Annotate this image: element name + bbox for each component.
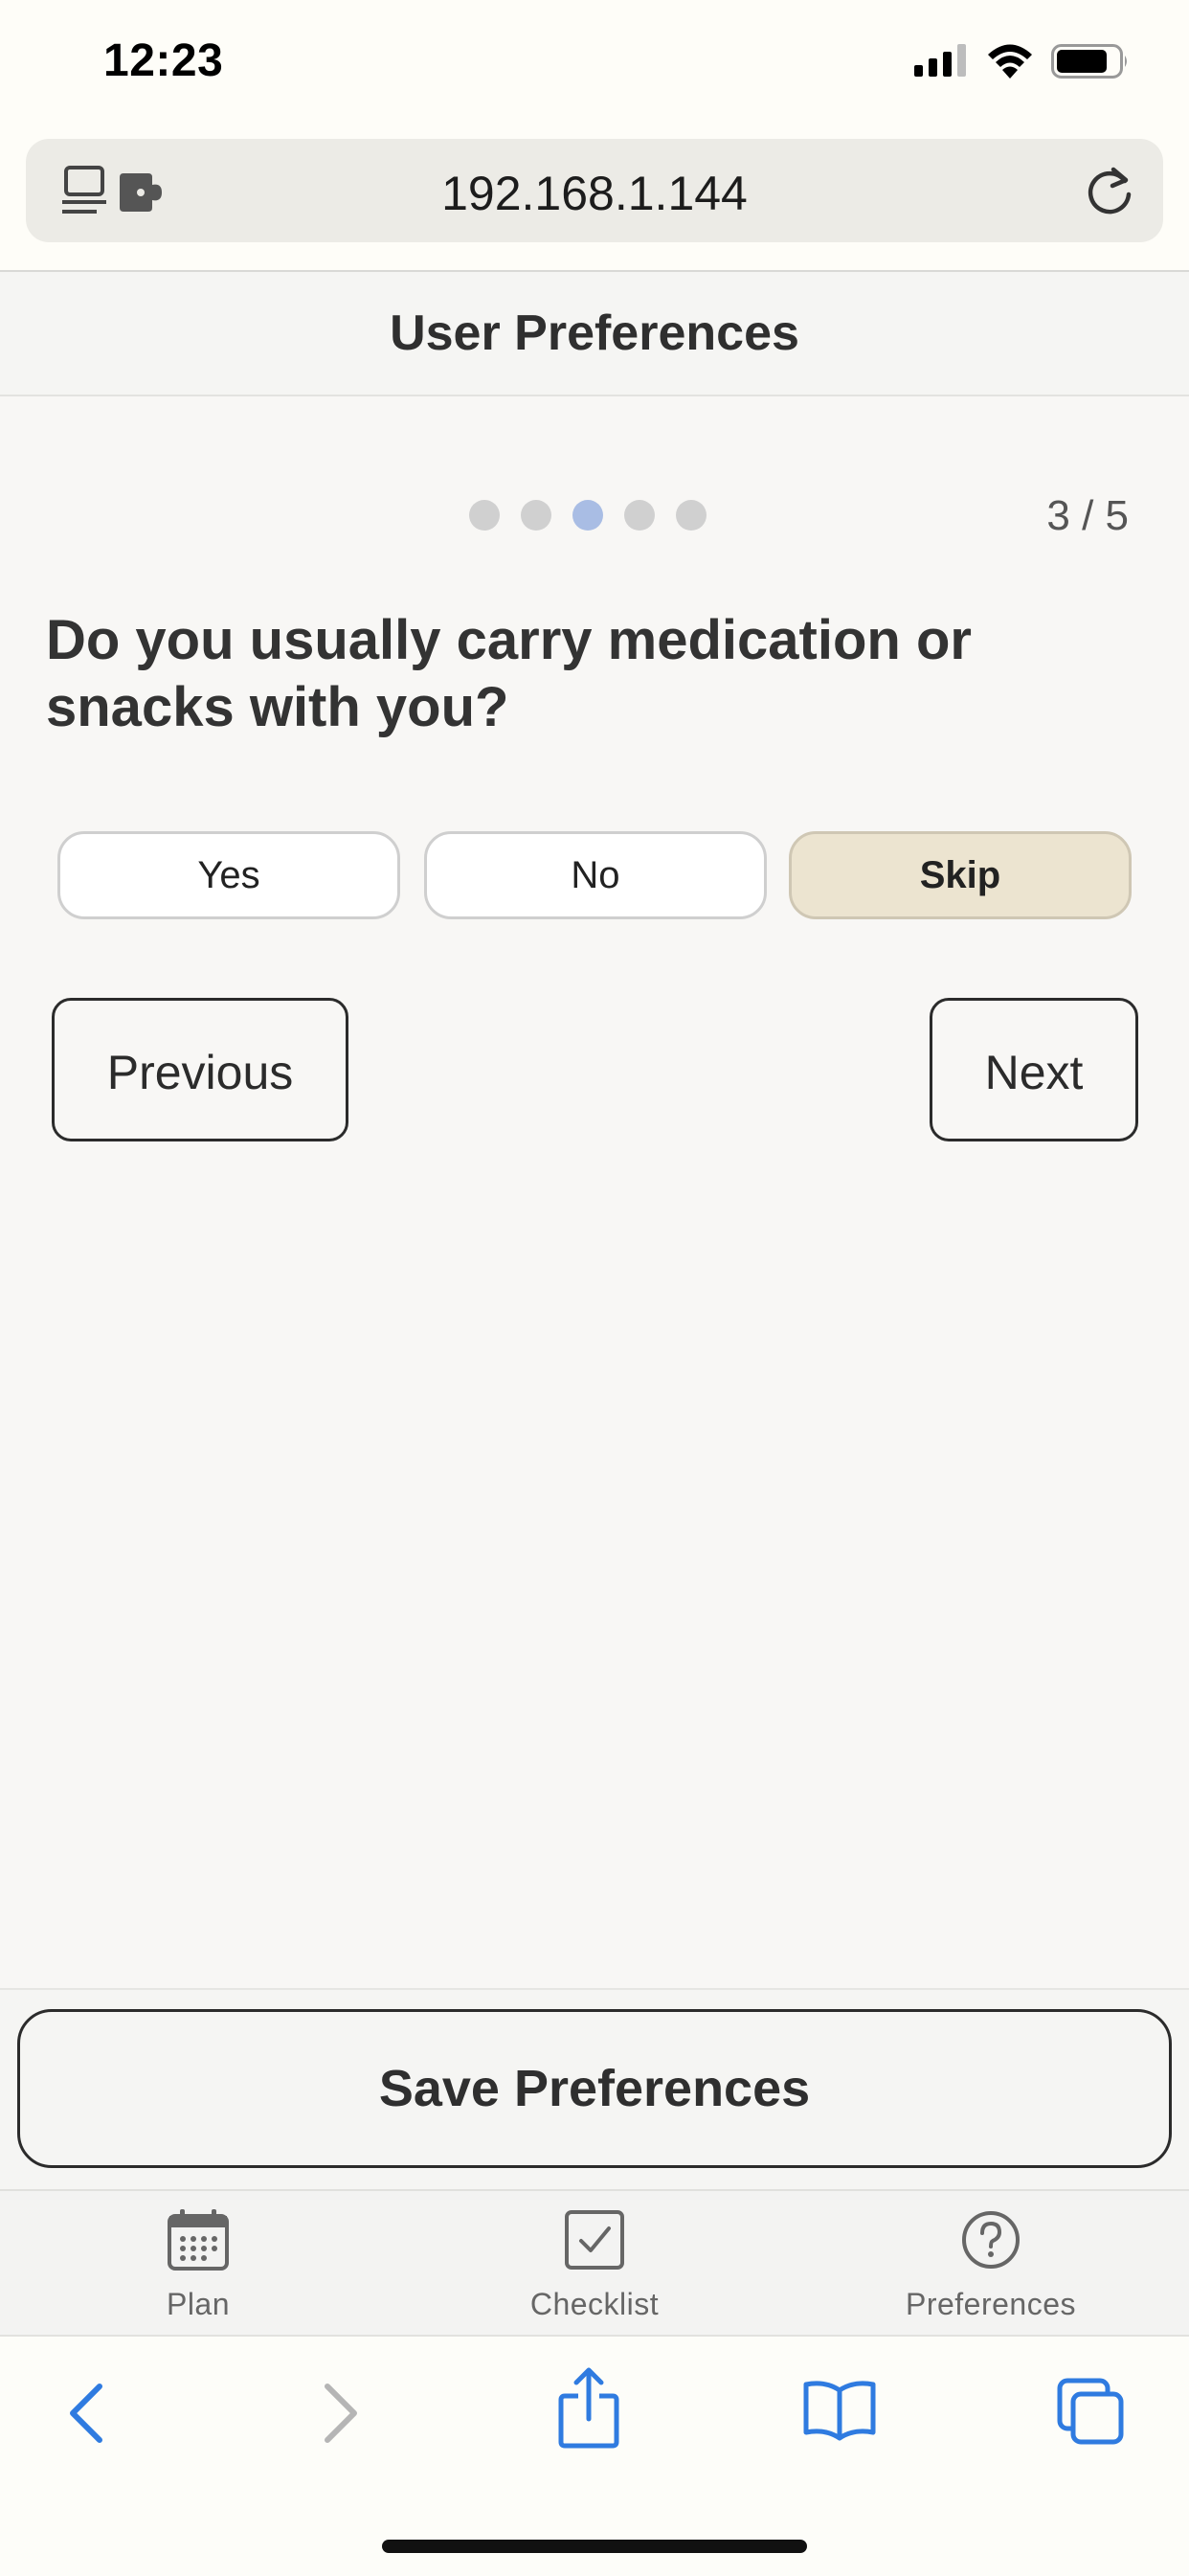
option-yes-button[interactable]: Yes	[57, 831, 400, 919]
tabs-icon[interactable]	[1056, 2377, 1125, 2446]
tab-plan[interactable]: Plan	[55, 2191, 342, 2335]
progress-dot	[521, 500, 551, 531]
battery-icon	[1051, 44, 1127, 79]
tab-plan-label: Plan	[166, 2287, 231, 2321]
save-bar: Save Preferences	[0, 1988, 1189, 2191]
browser-toolbar	[0, 2335, 1189, 2576]
status-bar: 12:23	[0, 0, 1189, 134]
question-text: Do you usually carry medication or snack…	[46, 609, 972, 738]
app-tab-bar: Plan Checklist Preferences	[0, 2189, 1189, 2335]
forward-icon[interactable]	[312, 2375, 370, 2452]
share-icon[interactable]	[555, 2365, 622, 2452]
option-skip-button[interactable]: Skip	[789, 831, 1132, 919]
previous-button[interactable]: Previous	[52, 998, 348, 1141]
page-title: User Preferences	[390, 305, 799, 361]
progress-dot	[469, 500, 500, 531]
save-preferences-button[interactable]: Save Preferences	[17, 2009, 1172, 2168]
progress-dot	[676, 500, 707, 531]
preferences-wizard: 3 / 5 Do you usually carry medication or…	[0, 396, 1189, 1986]
bookmarks-icon[interactable]	[802, 2379, 877, 2442]
tab-preferences-label: Preferences	[905, 2287, 1077, 2321]
step-counter: 3 / 5	[1046, 492, 1129, 539]
cellular-signal-icon	[914, 44, 966, 77]
question-circle-icon	[962, 2211, 1020, 2269]
address-bar[interactable]: 192.168.1.144	[26, 139, 1163, 242]
tab-preferences[interactable]: Preferences	[847, 2191, 1134, 2335]
tab-checklist-label: Checklist	[529, 2287, 660, 2321]
back-icon[interactable]	[57, 2375, 115, 2452]
wifi-icon	[988, 44, 1032, 79]
tab-checklist[interactable]: Checklist	[451, 2191, 738, 2335]
progress-dot	[624, 500, 655, 531]
status-time: 12:23	[103, 35, 224, 86]
next-button[interactable]: Next	[930, 998, 1138, 1141]
checkbox-icon	[565, 2210, 624, 2270]
reload-icon[interactable]	[1084, 164, 1135, 217]
page-header: User Preferences	[0, 272, 1189, 396]
home-indicator	[382, 2540, 807, 2553]
option-no-button[interactable]: No	[424, 831, 767, 919]
progress-dot-active	[572, 500, 603, 531]
url-text[interactable]: 192.168.1.144	[26, 166, 1163, 221]
calendar-icon	[168, 2209, 229, 2271]
browser-address-area: 192.168.1.144	[0, 134, 1189, 272]
